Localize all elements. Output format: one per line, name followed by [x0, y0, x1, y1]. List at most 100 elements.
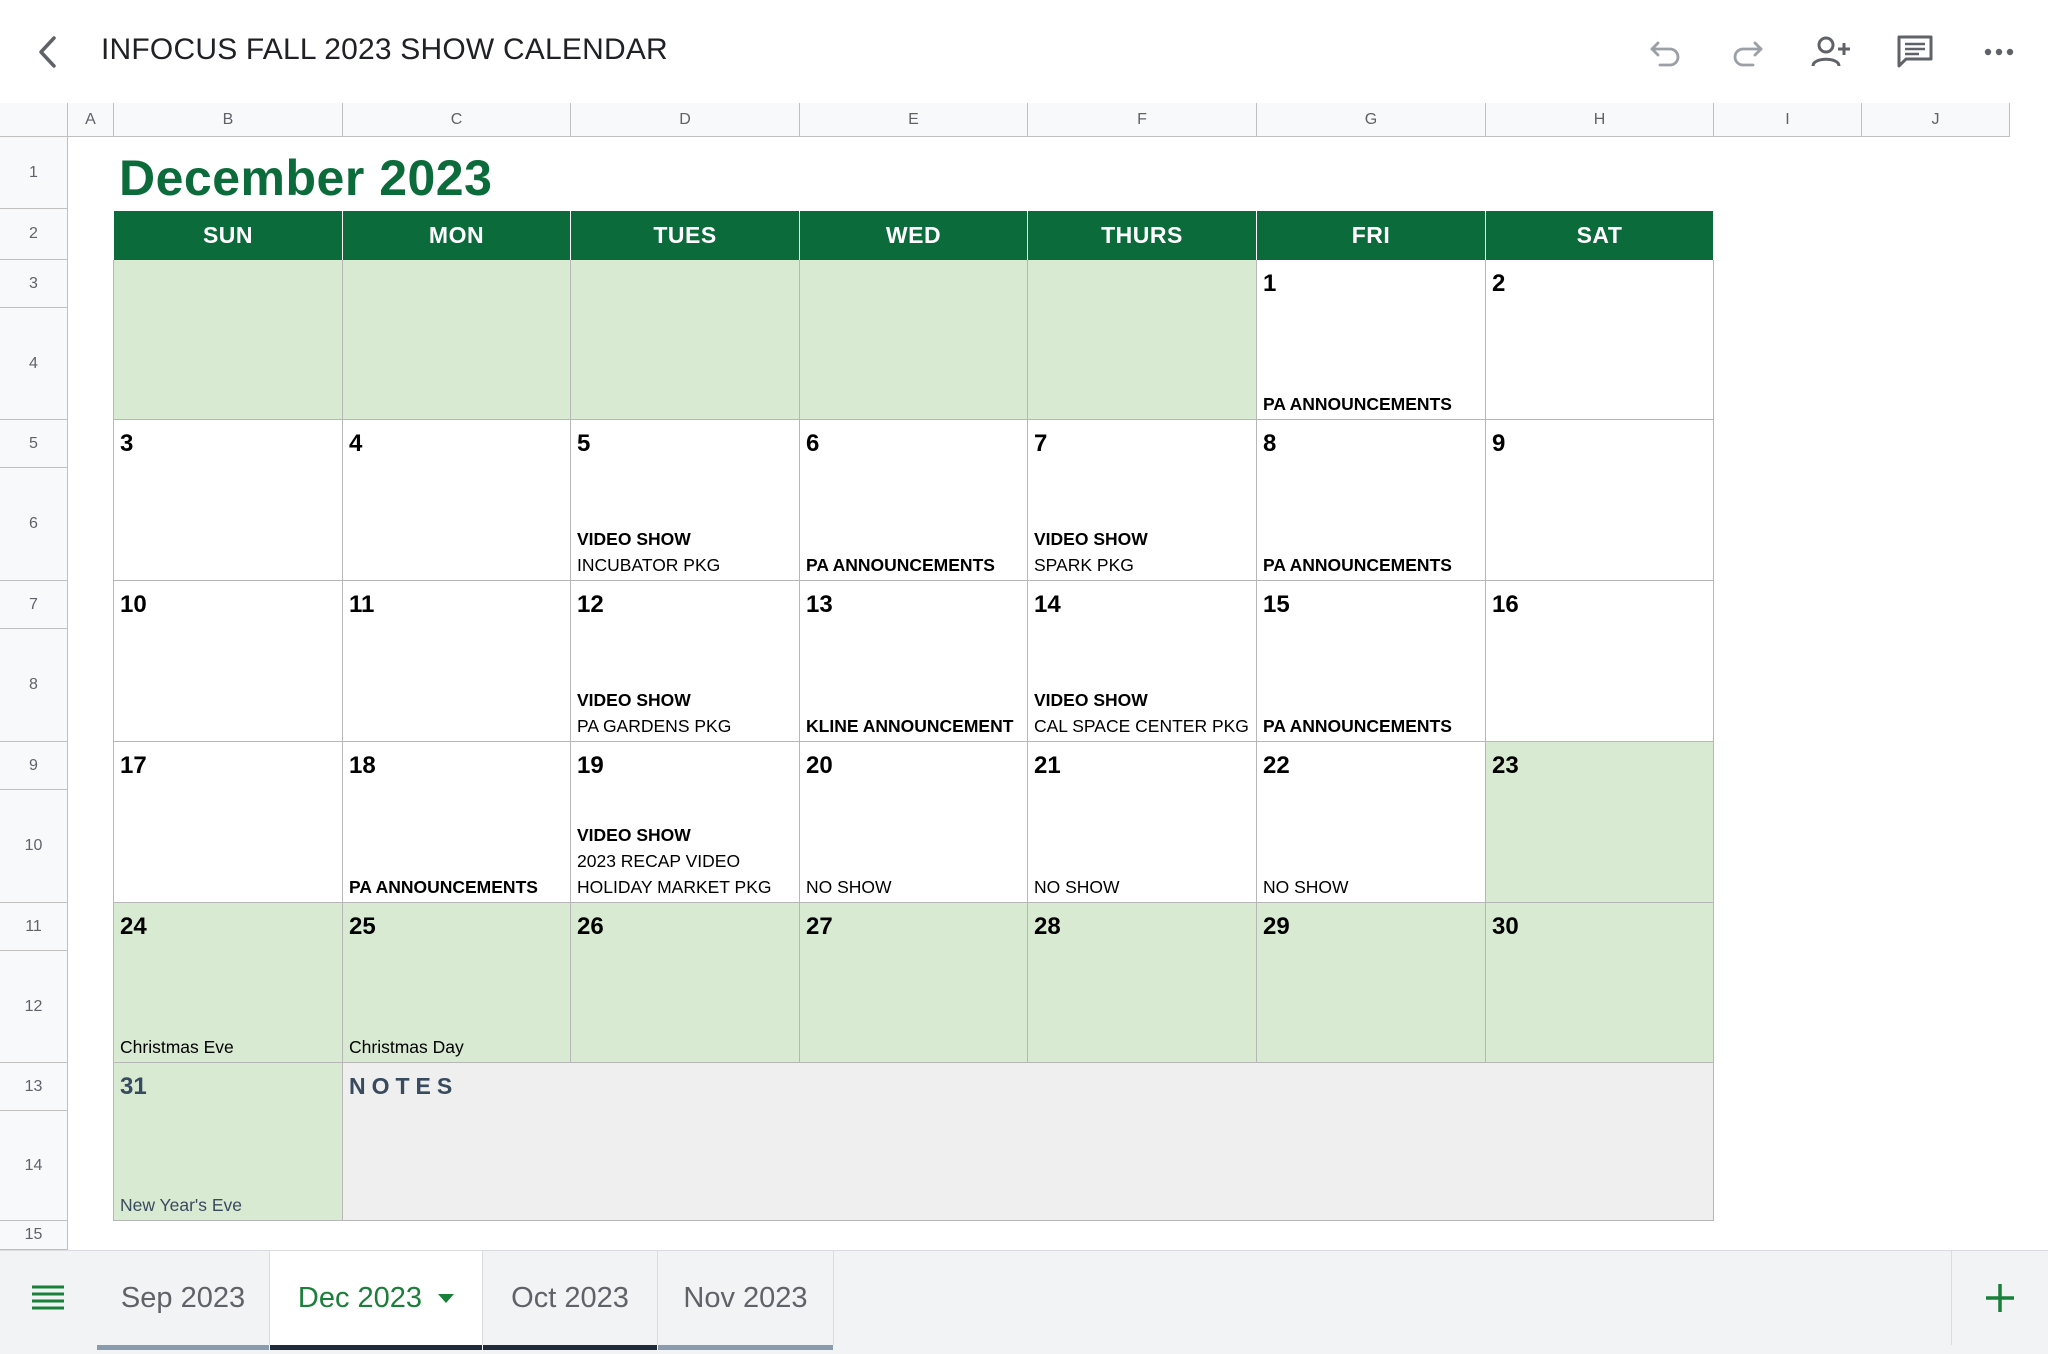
weekday-header-wed: WED: [800, 211, 1028, 260]
day-cell[interactable]: 13 KLINE ANNOUNCEMENT: [800, 581, 1028, 742]
all-sheets-button[interactable]: [0, 1251, 96, 1345]
day-cell[interactable]: 6 PA ANNOUNCEMENTS: [800, 420, 1028, 581]
back-button[interactable]: [28, 30, 68, 74]
row-header-12[interactable]: 12: [0, 951, 68, 1063]
day-number: 3: [120, 430, 134, 457]
day-events: VIDEO SHOW SPARK PKG: [1034, 526, 1252, 578]
redo-icon: [1733, 41, 1763, 67]
row-header-13[interactable]: 13: [0, 1063, 68, 1111]
row-header-4[interactable]: 4: [0, 308, 68, 420]
day-cell[interactable]: 25 Christmas Day: [343, 903, 571, 1063]
sheet-tab-label: Nov 2023: [683, 1281, 808, 1314]
day-cell[interactable]: 23: [1486, 742, 1714, 903]
column-header-j[interactable]: J: [1862, 103, 2010, 137]
row-header-1[interactable]: 1: [0, 137, 68, 209]
day-cell[interactable]: 24 Christmas Eve: [114, 903, 343, 1063]
day-cell[interactable]: 3: [114, 420, 343, 581]
tab-color-bar: [97, 1345, 269, 1350]
sheet-tab[interactable]: Sep 2023: [97, 1251, 270, 1350]
day-cell[interactable]: 2: [1486, 260, 1714, 420]
row-header-6[interactable]: 6: [0, 468, 68, 581]
select-all-corner[interactable]: [0, 103, 68, 137]
spreadsheet-grid[interactable]: ABCDEFGHIJ 1 2 3 4 5 6 7 8 9 10 11 12 13 14 15 Decembe…: [0, 103, 2048, 1250]
day-cell[interactable]: 27: [800, 903, 1028, 1063]
notes-area[interactable]: NOTES: [343, 1063, 1714, 1221]
event-line: INCUBATOR PKG: [577, 555, 721, 575]
day-number: 27: [806, 913, 833, 940]
day-cell[interactable]: 11: [343, 581, 571, 742]
column-header-a[interactable]: A: [68, 103, 114, 137]
column-header-d[interactable]: D: [571, 103, 800, 137]
share-button[interactable]: [1809, 30, 1853, 74]
day-cell[interactable]: 9: [1486, 420, 1714, 581]
day-number: 8: [1263, 430, 1277, 457]
row-header-7[interactable]: 7: [0, 581, 68, 629]
column-header-c[interactable]: C: [343, 103, 571, 137]
column-header-i[interactable]: I: [1714, 103, 1862, 137]
day-number: 9: [1492, 430, 1506, 457]
row-header-5[interactable]: 5: [0, 420, 68, 468]
day-cell[interactable]: 22 NO SHOW: [1257, 742, 1486, 903]
day-cell[interactable]: 8 PA ANNOUNCEMENTS: [1257, 420, 1486, 581]
tab-color-bar: [270, 1345, 482, 1350]
day-cell[interactable]: 28: [1028, 903, 1257, 1063]
column-header-f[interactable]: F: [1028, 103, 1257, 137]
day-cell[interactable]: 12 VIDEO SHOW PA GARDENS PKG: [571, 581, 800, 742]
tab-dropdown-icon[interactable]: [438, 1293, 455, 1303]
event-line: CAL SPACE CENTER PKG: [1034, 716, 1249, 736]
row-header-14[interactable]: 14: [0, 1111, 68, 1221]
day-cell[interactable]: 14 VIDEO SHOW CAL SPACE CENTER PKG: [1028, 581, 1257, 742]
day-number: 29: [1263, 913, 1290, 940]
event-line: NO SHOW: [806, 877, 892, 897]
day-cell[interactable]: 20 NO SHOW: [800, 742, 1028, 903]
day-cell[interactable]: 10: [114, 581, 343, 742]
day-cell[interactable]: [800, 260, 1028, 420]
column-header-b[interactable]: B: [114, 103, 343, 137]
weekday-header-mon: MON: [343, 211, 571, 260]
day-events: PA ANNOUNCEMENTS: [806, 552, 1023, 578]
day-cell[interactable]: [343, 260, 571, 420]
redo-button[interactable]: [1726, 30, 1770, 74]
day-cell[interactable]: 17: [114, 742, 343, 903]
day-cell[interactable]: 21 NO SHOW: [1028, 742, 1257, 903]
row-header-8[interactable]: 8: [0, 629, 68, 742]
row-header-10[interactable]: 10: [0, 790, 68, 903]
column-header-h[interactable]: H: [1486, 103, 1714, 137]
event-line: PA ANNOUNCEMENTS: [349, 877, 538, 897]
day-cell[interactable]: 5 VIDEO SHOW INCUBATOR PKG: [571, 420, 800, 581]
day-cell[interactable]: 19 VIDEO SHOW 2023 RECAP VIDEO HOLIDAY MARK…: [571, 742, 800, 903]
sheet-tab[interactable]: Nov 2023: [658, 1251, 834, 1350]
day-cell[interactable]: 26: [571, 903, 800, 1063]
column-header-g[interactable]: G: [1257, 103, 1486, 137]
day-cell[interactable]: 4: [343, 420, 571, 581]
add-sheet-button[interactable]: [1951, 1251, 2048, 1345]
comments-button[interactable]: [1893, 30, 1937, 74]
row-header-9[interactable]: 9: [0, 742, 68, 790]
more-options-button[interactable]: [1977, 30, 2021, 74]
day-cell[interactable]: 1 PA ANNOUNCEMENTS: [1257, 260, 1486, 420]
row-header-2[interactable]: 2: [0, 209, 68, 260]
day-cell[interactable]: 30: [1486, 903, 1714, 1063]
day-cell[interactable]: 18 PA ANNOUNCEMENTS: [343, 742, 571, 903]
row-header-11[interactable]: 11: [0, 903, 68, 951]
row-header-3[interactable]: 3: [0, 260, 68, 308]
day-cell[interactable]: 29: [1257, 903, 1486, 1063]
sheet-tab[interactable]: Oct 2023: [483, 1251, 658, 1350]
event-line: PA ANNOUNCEMENTS: [1263, 555, 1452, 575]
column-header-e[interactable]: E: [800, 103, 1028, 137]
row-header-15[interactable]: 15: [0, 1221, 68, 1250]
day-cell[interactable]: 15 PA ANNOUNCEMENTS: [1257, 581, 1486, 742]
undo-button[interactable]: [1643, 30, 1687, 74]
day-events: PA ANNOUNCEMENTS: [1263, 713, 1481, 739]
day-cell[interactable]: 7 VIDEO SHOW SPARK PKG: [1028, 420, 1257, 581]
day-cell[interactable]: 16: [1486, 581, 1714, 742]
day-events: KLINE ANNOUNCEMENT: [806, 713, 1023, 739]
day-number: 12: [577, 591, 604, 618]
event-line: VIDEO SHOW: [577, 529, 691, 549]
day-cell[interactable]: 31 New Year's Eve: [114, 1063, 343, 1221]
day-cell[interactable]: [571, 260, 800, 420]
day-cell[interactable]: [1028, 260, 1257, 420]
day-cell[interactable]: [114, 260, 343, 420]
day-events: VIDEO SHOW PA GARDENS PKG: [577, 687, 795, 739]
sheet-tab[interactable]: Dec 2023: [270, 1251, 483, 1350]
